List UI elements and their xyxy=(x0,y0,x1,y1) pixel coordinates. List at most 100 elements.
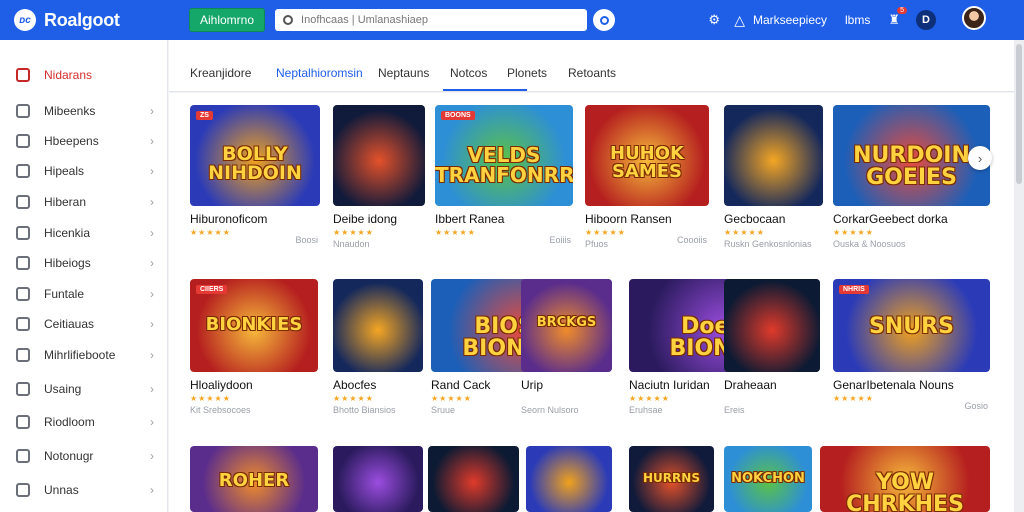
sidebar-item[interactable]: Ceitiauas › xyxy=(0,309,168,339)
sidebar-item[interactable]: Unnas › xyxy=(0,475,168,505)
search-button[interactable] xyxy=(593,9,616,31)
game-thumbnail[interactable]: ZS BOLLY NIHDOIN xyxy=(190,105,320,206)
game-card[interactable]: HUHOK SAMES Hiboorn Ransen ★★★★★ Pfuos Coooi… xyxy=(585,105,709,249)
sidebar-item[interactable]: Usaing › xyxy=(0,374,168,404)
game-title[interactable]: Abocfes xyxy=(333,378,423,392)
scrollbar-thumb[interactable] xyxy=(1016,44,1022,184)
game-title[interactable]: Hiboorn Ransen xyxy=(585,212,709,226)
sidebar-item-label: Hicenkia xyxy=(44,226,91,240)
scrollbar[interactable] xyxy=(1014,40,1024,512)
sidebar-item[interactable]: Funtale › xyxy=(0,279,168,309)
game-thumbnail[interactable]: NHRIS SNURS xyxy=(833,279,990,372)
chevron-right-icon: › xyxy=(150,449,154,463)
list-icon xyxy=(16,104,30,118)
game-card[interactable]: YOW CHRKHES xyxy=(820,446,990,512)
sidebar-item-label: Mibeenks xyxy=(44,104,96,118)
marketplace-icon: △ xyxy=(734,11,745,28)
game-card[interactable]: Draheaan Ereis xyxy=(724,279,820,415)
sidebar-item[interactable]: Hicenkia › xyxy=(0,218,168,248)
game-art-title: SNURS xyxy=(869,314,954,339)
notifications-button[interactable]: ♜ 5 xyxy=(888,7,907,28)
top-link[interactable]: lbms xyxy=(845,13,870,27)
game-art-title: VELDS TRANFONRRNS xyxy=(435,143,573,187)
game-thumbnail[interactable] xyxy=(333,446,423,512)
game-title[interactable]: Urip xyxy=(521,378,612,392)
sidebar-item-label: Hiberan xyxy=(44,195,87,209)
sidebar-item[interactable]: Nidarans xyxy=(0,60,168,90)
sidebar-item[interactable]: Mihrlifieboote › xyxy=(0,340,168,370)
game-card[interactable] xyxy=(526,446,612,512)
tab[interactable]: Neptalhioromsin xyxy=(276,66,363,80)
game-artwork xyxy=(333,446,423,512)
game-card[interactable]: ROHER xyxy=(190,446,318,512)
game-title[interactable]: Hloaliydoon xyxy=(190,378,318,392)
game-artwork xyxy=(724,105,823,206)
game-card[interactable]: BRCKGS Urip Seorn Nulsoro xyxy=(521,279,612,415)
sidebar-item-label: Hipeals xyxy=(44,164,85,178)
sidebar-item-label: Hibeiogs xyxy=(44,256,91,270)
sidebar-item[interactable]: Mibeenks › xyxy=(0,96,168,126)
game-art-title: NOKCHON xyxy=(731,471,805,486)
game-card[interactable]: BOONSVELDS TRANFONRRNSIbbert Ranea★★★★★E… xyxy=(435,105,573,245)
game-title[interactable]: Hiburonoficom xyxy=(190,212,320,226)
game-card[interactable]: NHRIS SNURS GenarIbetenala Nouns ★★★★★ Gosio xyxy=(833,279,990,411)
sidebar-item[interactable]: Notonugr › xyxy=(0,441,168,471)
game-art-title: BIONKIES xyxy=(205,314,303,335)
game-title[interactable]: Ibbert Ranea xyxy=(435,212,573,226)
game-thumbnail[interactable]: BRCKGS xyxy=(521,279,612,372)
game-thumbnail[interactable] xyxy=(428,446,519,512)
profile-initial-button[interactable]: D xyxy=(916,10,936,30)
game-card[interactable]: Gecbocaan ★★★★★ Ruskn Genkosnlonias xyxy=(724,105,823,249)
game-title[interactable]: Draheaan xyxy=(724,378,820,392)
rating-stars xyxy=(521,394,612,403)
sidebar-item[interactable]: Hiberan › xyxy=(0,187,168,217)
game-thumbnail[interactable] xyxy=(526,446,612,512)
tab[interactable]: Plonets xyxy=(507,66,547,80)
game-art-title: BOLLY NIHDOIN xyxy=(208,143,302,184)
brand[interactable]: ᴅᴄ Roalgoot xyxy=(14,9,174,31)
game-card[interactable]: ZS BOLLY NIHDOIN Hiburonoficom ★★★★★ Boosi xyxy=(190,105,320,245)
game-artwork xyxy=(526,446,612,512)
game-thumbnail[interactable]: HURRNS xyxy=(629,446,714,512)
tab[interactable]: Neptauns xyxy=(378,66,429,80)
game-title[interactable]: Deibe idong xyxy=(333,212,425,226)
game-thumbnail[interactable]: NOKCHON xyxy=(724,446,812,512)
game-card[interactable]: NURDOIN GOEIES CorkarGeebect dorka ★★★★★ Ou… xyxy=(833,105,990,249)
game-thumbnail[interactable]: CIIERS BIONKIES xyxy=(190,279,318,372)
sidebar-item[interactable]: Hibeiogs › xyxy=(0,248,168,278)
avatar[interactable] xyxy=(962,6,986,30)
game-thumbnail[interactable]: BOONS VELDS TRANFONRRNS xyxy=(435,105,573,206)
game-thumbnail[interactable] xyxy=(724,105,823,206)
game-card[interactable]: NOKCHON xyxy=(724,446,812,512)
top-cta-button[interactable]: Aihlomrno xyxy=(189,8,266,32)
sidebar-item[interactable]: Riodloom › xyxy=(0,407,168,437)
game-thumbnail[interactable]: YOW CHRKHES xyxy=(820,446,990,512)
sidebar-item[interactable]: Hipeals › xyxy=(0,156,168,186)
tab[interactable]: Notcos xyxy=(450,66,487,80)
settings-icon[interactable]: ⚙ xyxy=(706,12,722,28)
game-title[interactable]: CorkarGeebect dorka xyxy=(833,212,990,226)
game-title[interactable]: Gecbocaan xyxy=(724,212,823,226)
game-card[interactable]: HURRNS xyxy=(629,446,714,512)
marketplace-link[interactable]: △ Markseepiecy xyxy=(734,12,827,29)
game-title[interactable]: GenarIbetenala Nouns xyxy=(833,378,990,392)
game-card[interactable]: Abocfes ★★★★★ Bhotto Biansios xyxy=(333,279,423,415)
game-thumbnail[interactable] xyxy=(333,105,425,206)
tab[interactable]: Kreanjidore xyxy=(190,66,251,80)
game-thumbnail[interactable]: HUHOK SAMES xyxy=(585,105,709,206)
game-card[interactable]: Deibe idong ★★★★★ Nnaudon xyxy=(333,105,425,249)
tab[interactable]: Retoants xyxy=(568,66,616,80)
game-thumbnail[interactable] xyxy=(724,279,820,372)
game-card[interactable]: CIIERS BIONKIES Hloaliydoon ★★★★★ Kit Srebso… xyxy=(190,279,318,415)
carousel-next-button[interactable]: › xyxy=(968,146,992,170)
game-thumbnail[interactable]: ROHER xyxy=(190,446,318,512)
game-card[interactable] xyxy=(333,446,423,512)
search-input[interactable] xyxy=(301,14,572,26)
rating-stars: ★★★★★ xyxy=(724,228,765,237)
game-thumbnail[interactable] xyxy=(333,279,423,372)
game-artwork xyxy=(428,446,519,512)
sidebar: Nidarans Mibeenks › Hbeepens › Hipeals › Hibera… xyxy=(0,40,168,512)
sidebar-item[interactable]: Hbeepens › xyxy=(0,126,168,156)
game-thumbnail[interactable]: NURDOIN GOEIES xyxy=(833,105,990,206)
game-card[interactable] xyxy=(428,446,519,512)
